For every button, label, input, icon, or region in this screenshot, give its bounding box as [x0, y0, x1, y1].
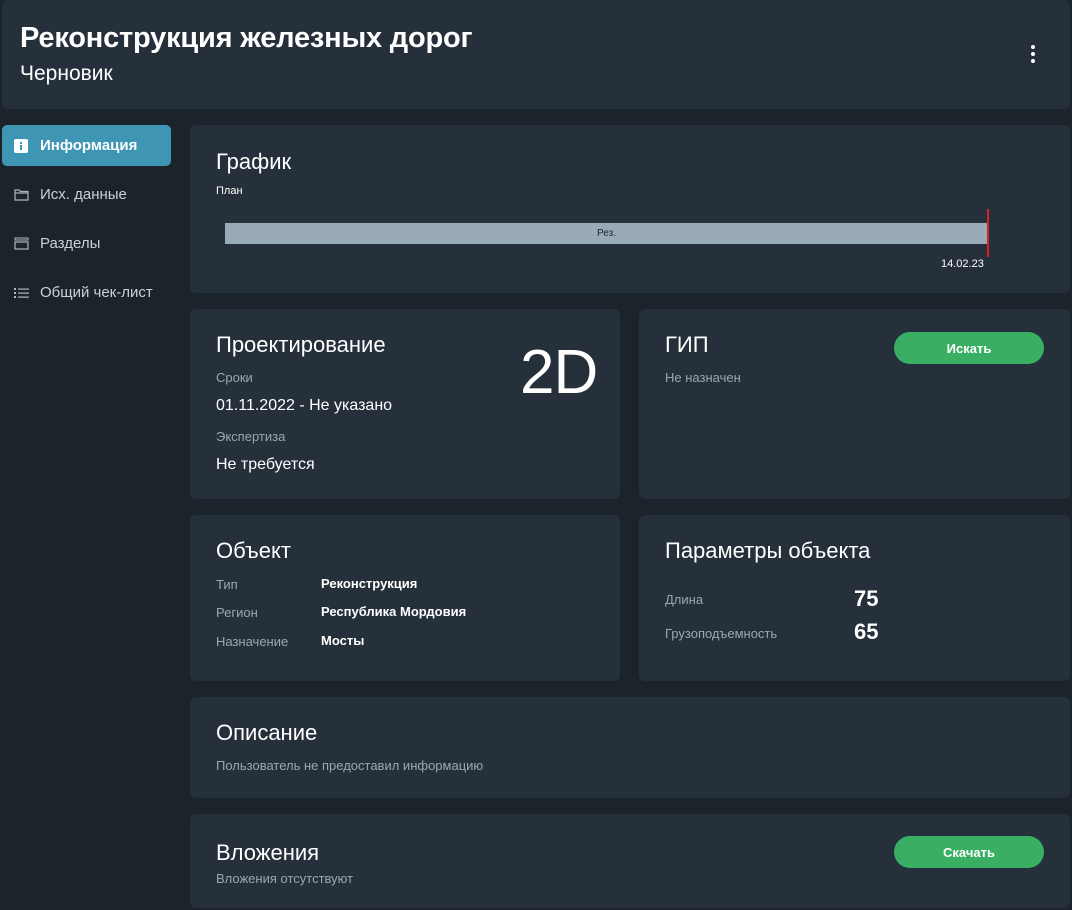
plan-label: План	[216, 185, 243, 197]
page-title: Реконструкция железных дорог	[20, 22, 473, 54]
schedule-end-date: 14.02.23	[941, 258, 984, 270]
sidebar-item-sections[interactable]: Разделы	[2, 223, 171, 264]
params-card: Параметры объекта Длина 75 Грузоподъемно…	[639, 515, 1070, 681]
sidebar: Информация Исх. данные Разделы Общий чек…	[0, 125, 172, 321]
capacity-label: Грузоподъемность	[665, 626, 778, 641]
object-type-label: Тип	[216, 577, 238, 592]
schedule-bar-label: Рез.	[597, 228, 616, 239]
gip-card: ГИП Не назначен Искать	[639, 309, 1070, 499]
folder-icon	[13, 187, 29, 203]
info-icon	[13, 138, 29, 154]
sections-icon	[13, 236, 29, 252]
object-region-value: Республика Мордовия	[321, 604, 467, 619]
design-badge: 2D	[520, 338, 598, 407]
gip-status: Не назначен	[665, 370, 741, 385]
description-title: Описание	[216, 720, 318, 745]
dates-label: Сроки	[216, 370, 253, 385]
design-title: Проектирование	[216, 332, 386, 357]
length-label: Длина	[665, 592, 704, 607]
attachments-title: Вложения	[216, 840, 320, 865]
sidebar-item-source-data[interactable]: Исх. данные	[2, 174, 171, 215]
download-button[interactable]: Скачать	[894, 836, 1044, 868]
schedule-card: График План Рез. 14.02.23	[190, 125, 1070, 293]
today-marker	[987, 209, 989, 257]
schedule-title: График	[216, 149, 292, 174]
description-text: Пользователь не предоставил информацию	[216, 758, 484, 773]
object-purpose-label: Назначение	[216, 634, 289, 649]
search-button[interactable]: Искать	[894, 332, 1044, 364]
sidebar-item-info[interactable]: Информация	[2, 125, 171, 166]
sidebar-item-label: Исх. данные	[40, 186, 127, 203]
capacity-value: 65	[854, 619, 879, 644]
attachments-card: Вложения Вложения отсутствуют Скачать	[190, 814, 1070, 908]
attachments-text: Вложения отсутствуют	[216, 871, 354, 886]
object-card: Объект Тип Реконструкция Регион Республи…	[190, 515, 620, 681]
design-card: Проектирование 2D Сроки 01.11.2022 - Не …	[190, 309, 620, 499]
gip-title: ГИП	[665, 332, 709, 357]
sidebar-item-label: Информация	[40, 137, 138, 154]
more-vertical-icon[interactable]	[1022, 40, 1044, 68]
params-title: Параметры объекта	[665, 538, 871, 563]
description-card: Описание Пользователь не предоставил инф…	[190, 697, 1070, 798]
sidebar-item-label: Разделы	[40, 235, 101, 252]
dates-value: 01.11.2022 - Не указано	[216, 397, 393, 414]
expertise-label: Экспертиза	[216, 429, 286, 444]
page-header: Реконструкция железных дорог Черновик	[2, 0, 1070, 109]
expertise-value: Не требуется	[216, 456, 315, 473]
list-icon	[13, 285, 29, 301]
object-region-label: Регион	[216, 605, 258, 620]
object-title: Объект	[216, 538, 291, 563]
object-purpose-value: Мосты	[321, 633, 365, 648]
sidebar-item-label: Общий чек-лист	[40, 284, 153, 301]
page-status: Черновик	[20, 62, 113, 85]
length-value: 75	[854, 586, 879, 611]
schedule-bar[interactable]: Рез.	[225, 223, 988, 244]
object-type-value: Реконструкция	[321, 576, 418, 591]
sidebar-item-checklist[interactable]: Общий чек-лист	[2, 272, 171, 313]
